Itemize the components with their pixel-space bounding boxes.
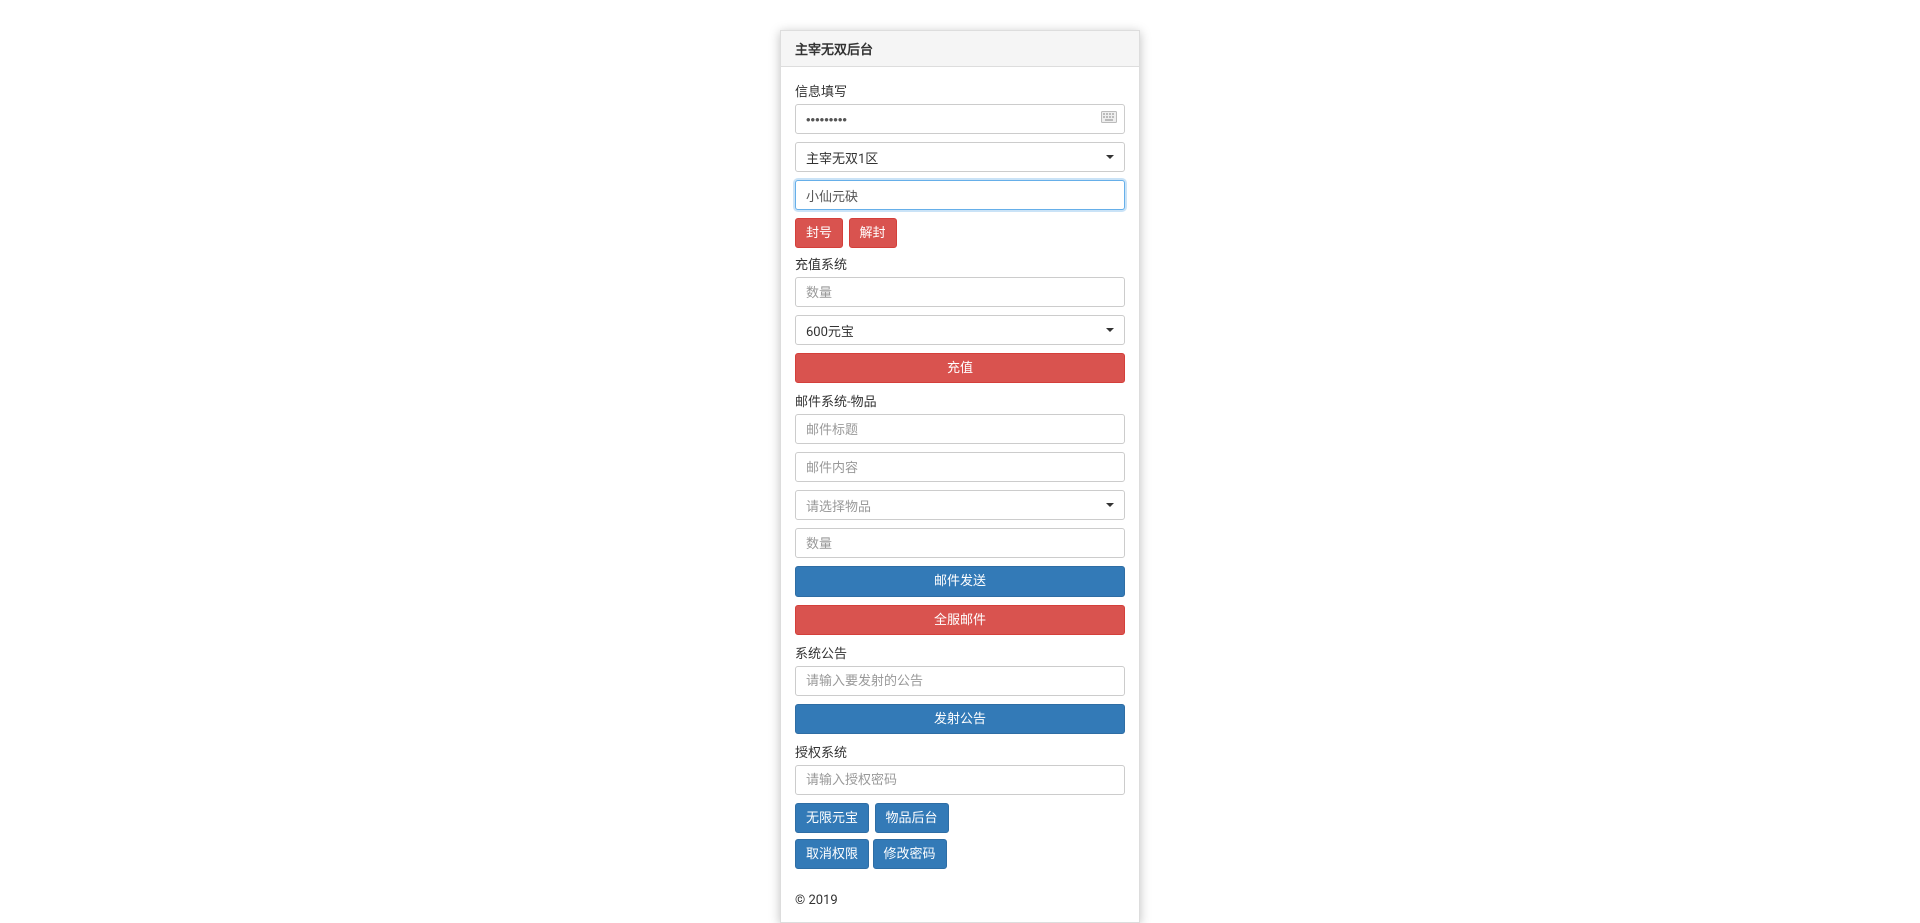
panel-body: 信息填写 主宰无双1区 封号 解封 充值系统 600元宝 bbox=[781, 67, 1139, 883]
announce-button[interactable]: 发射公告 bbox=[795, 704, 1125, 734]
item-admin-button[interactable]: 物品后台 bbox=[875, 803, 949, 833]
mail-title-input[interactable] bbox=[795, 414, 1125, 444]
announce-input[interactable] bbox=[795, 666, 1125, 696]
unban-button[interactable]: 解封 bbox=[849, 218, 897, 248]
mail-section-label: 邮件系统-物品 bbox=[795, 391, 1125, 410]
announce-section-label: 系统公告 bbox=[795, 643, 1125, 662]
mail-item-value: 请选择物品 bbox=[806, 496, 871, 515]
recharge-type-select[interactable]: 600元宝 bbox=[795, 315, 1125, 345]
info-section-label: 信息填写 bbox=[795, 81, 1125, 100]
recharge-type-value: 600元宝 bbox=[806, 321, 854, 340]
chevron-down-icon bbox=[1106, 155, 1114, 159]
server-select[interactable]: 主宰无双1区 bbox=[795, 142, 1125, 172]
ban-button[interactable]: 封号 bbox=[795, 218, 843, 248]
password-input[interactable] bbox=[795, 104, 1125, 134]
footer-copyright: © 2019 bbox=[781, 883, 1139, 922]
admin-panel: 主宰无双后台 信息填写 主宰无双1区 封号 解封 充值系统 bbox=[780, 30, 1140, 923]
auth-section-label: 授权系统 bbox=[795, 742, 1125, 761]
chevron-down-icon bbox=[1106, 503, 1114, 507]
mail-qty-input[interactable] bbox=[795, 528, 1125, 558]
recharge-button[interactable]: 充值 bbox=[795, 353, 1125, 383]
unlimited-gold-button[interactable]: 无限元宝 bbox=[795, 803, 869, 833]
change-password-button[interactable]: 修改密码 bbox=[873, 839, 947, 869]
mail-item-select[interactable]: 请选择物品 bbox=[795, 490, 1125, 520]
panel-title: 主宰无双后台 bbox=[781, 31, 1139, 67]
recharge-qty-input[interactable] bbox=[795, 277, 1125, 307]
chevron-down-icon bbox=[1106, 328, 1114, 332]
mail-content-input[interactable] bbox=[795, 452, 1125, 482]
mail-send-button[interactable]: 邮件发送 bbox=[795, 566, 1125, 596]
player-input[interactable] bbox=[795, 180, 1125, 210]
recharge-section-label: 充值系统 bbox=[795, 254, 1125, 273]
auth-password-input[interactable] bbox=[795, 765, 1125, 795]
server-select-value: 主宰无双1区 bbox=[806, 148, 878, 167]
mail-broadcast-button[interactable]: 全服邮件 bbox=[795, 605, 1125, 635]
revoke-perm-button[interactable]: 取消权限 bbox=[795, 839, 869, 869]
